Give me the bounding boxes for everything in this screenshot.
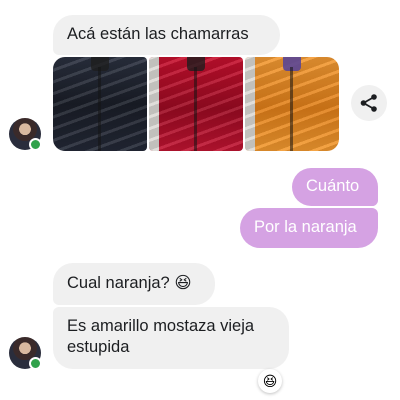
contact-avatar[interactable]: [9, 337, 42, 370]
jacket-photo-orange[interactable]: [245, 57, 339, 151]
message-sent-orange[interactable]: Por la naranja: [240, 208, 378, 248]
zipper: [290, 67, 293, 151]
jacket-photo-red[interactable]: [149, 57, 243, 151]
message-text: Es amarillo mostaza vieja estupida: [67, 317, 255, 356]
message-received-mustard[interactable]: Es amarillo mostaza vieja estupida: [53, 307, 289, 369]
online-status-icon: [29, 357, 42, 370]
message-reaction[interactable]: 😆: [258, 369, 282, 393]
message-text: Por la naranja: [254, 218, 357, 236]
online-status-icon: [29, 138, 42, 151]
share-button[interactable]: [351, 85, 387, 121]
message-sent-price[interactable]: Cuánto: [292, 168, 378, 206]
message-text: Cual naranja? 😆: [67, 274, 192, 292]
zipper: [98, 67, 101, 151]
message-text: Cuánto: [306, 177, 360, 195]
share-icon: [360, 94, 377, 112]
message-received-jackets[interactable]: Acá están las chamarras: [53, 15, 280, 55]
message-received-which-orange[interactable]: Cual naranja? 😆: [53, 263, 215, 305]
jacket-photo-dark[interactable]: [53, 57, 147, 151]
zipper: [194, 67, 197, 151]
message-text: Acá están las chamarras: [67, 25, 249, 43]
contact-avatar[interactable]: [9, 118, 42, 151]
laughing-emoji-icon: 😆: [262, 373, 278, 389]
